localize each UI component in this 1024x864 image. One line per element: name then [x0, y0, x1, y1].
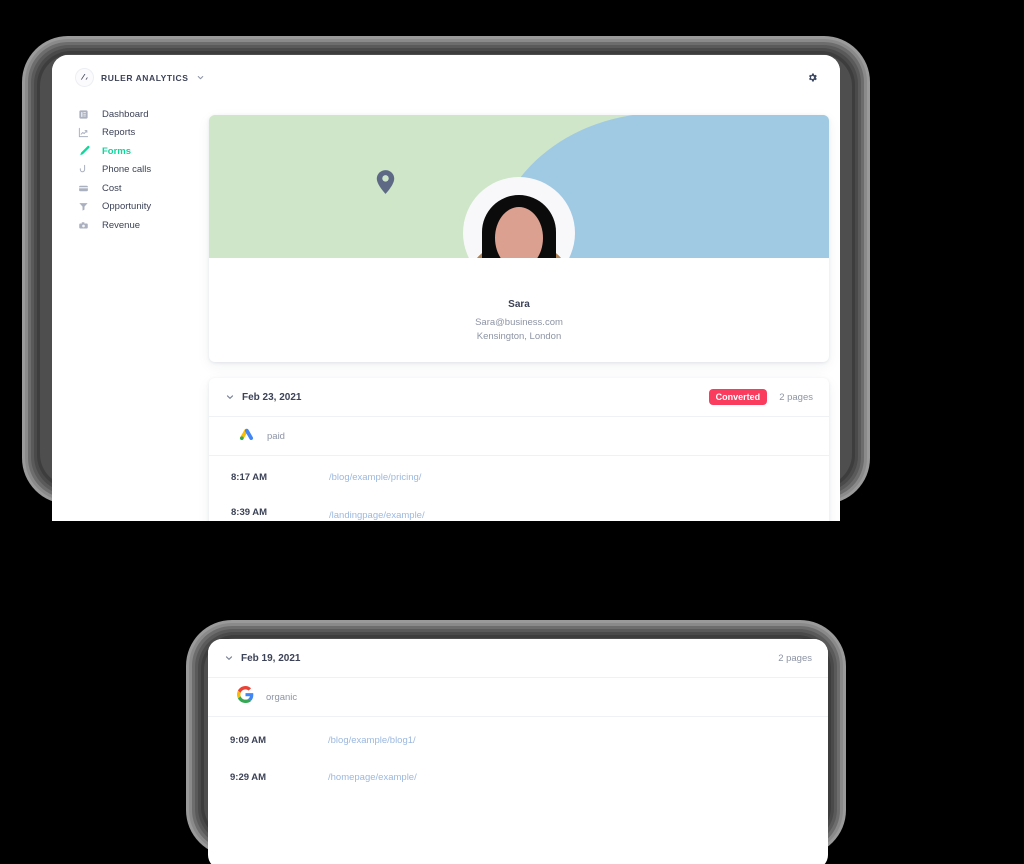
session-header[interactable]: Feb 19, 2021 2 pages	[208, 639, 828, 678]
page-url[interactable]: /blog/example/blog1/	[328, 733, 416, 746]
location-map[interactable]	[209, 115, 829, 258]
forms-pen-icon	[77, 145, 90, 158]
session-source-row: organic	[208, 678, 828, 717]
device-frame-front: Feb 19, 2021 2 pages organic 9:09 AM /bl…	[186, 620, 846, 864]
page-row: 8:17 AM /blog/example/pricing/	[209, 456, 829, 483]
session-pages-count: 2 pages	[778, 652, 812, 664]
sidebar-item-dashboard[interactable]: Dashboard	[52, 105, 202, 124]
profile-info: Sara Sara@business.com Kensington, Londo…	[209, 299, 829, 344]
revenue-bag-icon	[77, 219, 90, 232]
page-url[interactable]: /blog/example/pricing/	[329, 470, 421, 483]
source-label: paid	[267, 430, 285, 442]
profile-email: Sara@business.com	[475, 317, 563, 328]
device-screen-back: RULER ANALYTICS Dashboard Reports Forms …	[52, 55, 840, 521]
session-source-row: paid	[209, 417, 829, 456]
sidebar-item-label: Phone calls	[102, 164, 152, 176]
source-label: organic	[266, 691, 298, 703]
chevron-down-icon[interactable]	[224, 653, 234, 663]
sidebar-item-label: Cost	[102, 182, 122, 194]
session-card-feb-23: Feb 23, 2021 Converted 2 pages paid 8:17…	[209, 378, 829, 521]
page-row: 8:39 AM /landingpage/example/ Form name:…	[209, 483, 829, 521]
status-badge: Converted	[708, 389, 768, 405]
reports-chart-icon	[77, 126, 90, 139]
google-icon	[237, 686, 254, 708]
sidebar-item-cost[interactable]: Cost	[52, 179, 202, 198]
session-pages-count: 2 pages	[779, 391, 813, 403]
map-pin-icon	[376, 170, 395, 199]
session-meta: 2 pages	[778, 653, 812, 664]
page-time: 8:17 AM	[231, 472, 268, 483]
page-time: 9:09 AM	[230, 735, 267, 746]
sidebar-item-forms[interactable]: Forms	[52, 142, 202, 161]
page-time: 8:39 AM	[231, 507, 268, 518]
sidebar-item-reports[interactable]: Reports	[52, 124, 202, 143]
page-row: 9:09 AM /blog/example/blog1/	[208, 717, 828, 746]
session-header[interactable]: Feb 23, 2021 Converted 2 pages	[209, 378, 829, 417]
dashboard-icon	[77, 108, 90, 121]
session-date: Feb 23, 2021	[242, 391, 302, 403]
profile-location: Kensington, London	[476, 331, 562, 342]
chevron-down-icon[interactable]	[225, 392, 235, 402]
session-card-feb-19: Feb 19, 2021 2 pages organic 9:09 AM /bl…	[208, 639, 828, 783]
page-url[interactable]: /landingpage/example/	[329, 508, 425, 521]
app-topbar: RULER ANALYTICS	[52, 55, 840, 101]
screenshot-stage: RULER ANALYTICS Dashboard Reports Forms …	[0, 0, 1024, 864]
gear-icon[interactable]	[807, 70, 818, 88]
main-content: Sara Sara@business.com Kensington, Londo…	[209, 115, 831, 521]
sidebar-nav: Dashboard Reports Forms Phone calls Cost…	[52, 105, 202, 235]
funnel-icon	[77, 200, 90, 213]
session-date: Feb 19, 2021	[241, 652, 301, 664]
profile-name: Sara	[508, 299, 530, 310]
google-ads-icon	[238, 425, 255, 447]
ruler-logo-icon	[76, 69, 93, 86]
sidebar-item-revenue[interactable]: Revenue	[52, 216, 202, 235]
page-time: 9:29 AM	[230, 772, 267, 783]
phone-icon	[77, 163, 90, 176]
page-url[interactable]: /homepage/example/	[328, 770, 417, 783]
sidebar-item-phone-calls[interactable]: Phone calls	[52, 161, 202, 180]
credit-card-icon	[77, 182, 90, 195]
brand-name: RULER ANALYTICS	[101, 72, 189, 83]
sidebar-item-label: Opportunity	[102, 201, 152, 213]
profile-card: Sara Sara@business.com Kensington, Londo…	[209, 115, 829, 362]
sidebar-item-label: Reports	[102, 127, 136, 139]
sidebar-item-opportunity[interactable]: Opportunity	[52, 198, 202, 217]
chevron-down-icon[interactable]	[196, 73, 205, 82]
device-frame-back: RULER ANALYTICS Dashboard Reports Forms …	[22, 36, 870, 521]
device-screen-front: Feb 19, 2021 2 pages organic 9:09 AM /bl…	[208, 639, 828, 864]
session-meta: Converted 2 pages	[708, 389, 813, 405]
page-row: 9:29 AM /homepage/example/	[208, 746, 828, 783]
app-window: RULER ANALYTICS Dashboard Reports Forms …	[52, 55, 840, 521]
sidebar-item-label: Dashboard	[102, 108, 149, 120]
brand-logo[interactable]: RULER ANALYTICS	[76, 69, 205, 86]
sidebar-item-label: Forms	[102, 145, 132, 157]
sidebar-item-label: Revenue	[102, 219, 141, 231]
